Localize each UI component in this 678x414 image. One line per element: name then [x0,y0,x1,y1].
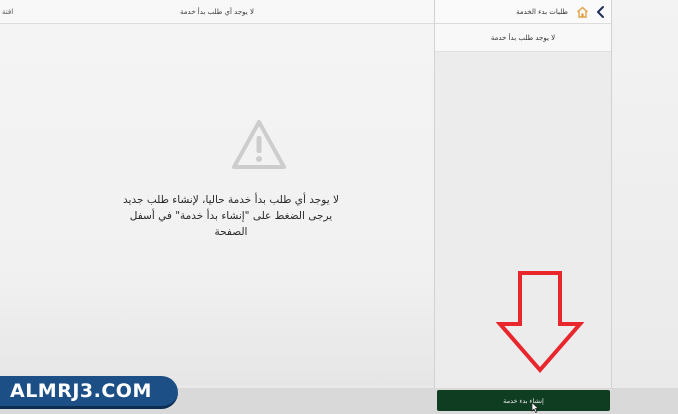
warning-triangle-icon [232,120,286,169]
sidebar-list-item[interactable]: لا يوجد طلب بدأ خدمة [435,24,611,52]
create-service-start-button[interactable]: إنشاء بدء خدمة [437,390,610,411]
watermark-text: ALMRJ3.COM [10,380,152,402]
empty-state-line: الصفحة [214,226,248,238]
main-header-title: لا يوجد أي طلب بدأ خدمة [180,7,254,16]
sidebar-title: طلبات بدء الخدمة [516,7,568,16]
empty-state-line: لا يوجد أي طلب بدأ خدمة حاليا، لإنشاء طل… [123,194,339,206]
home-icon[interactable] [576,6,589,18]
mouse-pointer-icon [531,402,539,413]
watermark-logo: ALMRJ3.COM [0,376,178,409]
right-background-strip [612,0,678,388]
chevron-left-icon[interactable] [595,5,607,19]
empty-state-line: يرجى الضغط على "إنشاء بدأ خدمة" في أسفل [129,210,333,222]
sidebar-empty-label: لا يوجد طلب بدأ خدمة [490,33,556,42]
sidebar-header: طلبات بدء الخدمة [435,0,611,24]
main-header: افتة لا يوجد أي طلب بدأ خدمة [0,0,434,24]
empty-state-message: لا يوجد أي طلب بدأ خدمة حاليا، لإنشاء طل… [120,192,342,240]
main-panel: افتة لا يوجد أي طلب بدأ خدمة لا يوجد أي … [0,0,434,385]
red-down-arrow-icon [496,271,584,374]
